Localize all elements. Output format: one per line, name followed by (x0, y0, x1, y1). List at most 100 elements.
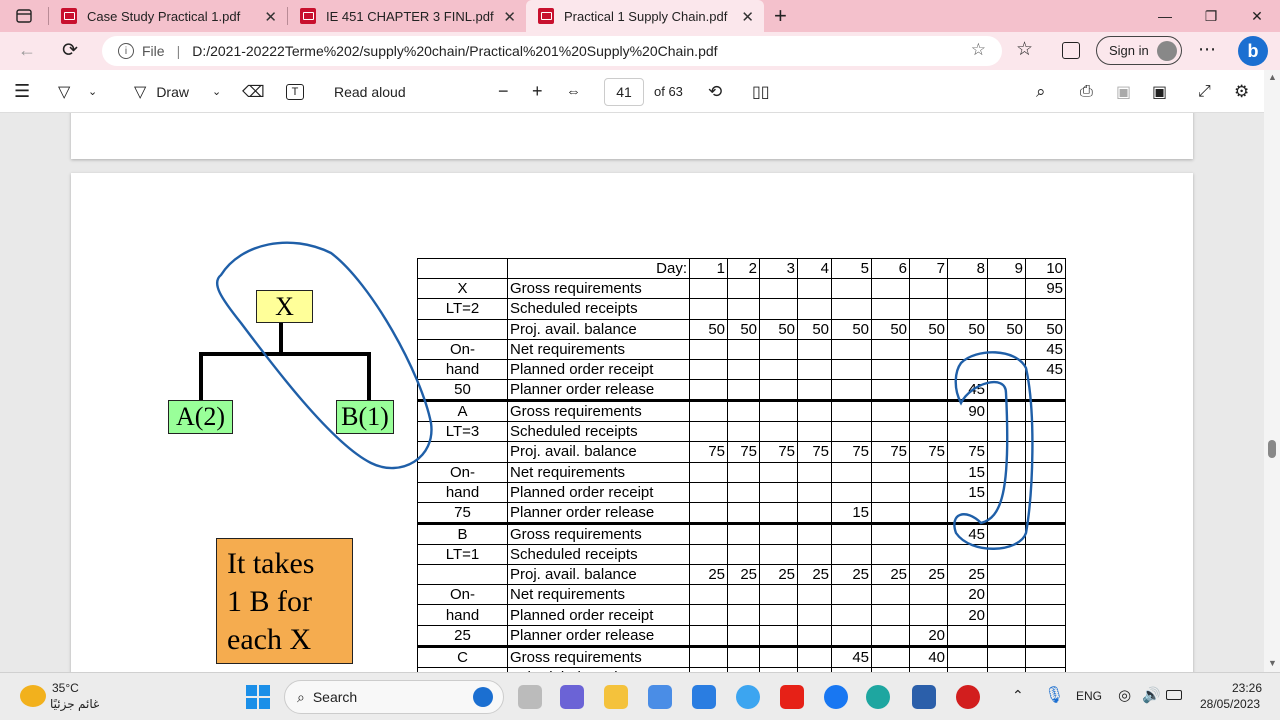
refresh-icon[interactable]: ⟳ (62, 39, 78, 62)
mrp-value-cell (797, 421, 832, 443)
pdf-icon (538, 8, 554, 24)
read-aloud-button[interactable]: Read aloud (334, 70, 406, 113)
file-explorer-icon[interactable] (604, 685, 628, 709)
chevron-up-icon[interactable]: ⌃ (1012, 687, 1024, 704)
minimize-button[interactable]: — (1142, 0, 1188, 32)
mrp-value-cell (797, 604, 832, 626)
new-tab-button[interactable]: + (774, 3, 787, 29)
zoom-out-button[interactable]: − (498, 70, 509, 113)
add-favorite-icon[interactable]: ☆ (971, 40, 986, 60)
contents-icon[interactable]: ☰ (14, 70, 30, 113)
collections-icon[interactable] (1062, 42, 1080, 59)
scroll-down-icon[interactable]: ▼ (1268, 658, 1277, 668)
mrp-value-cell (831, 421, 872, 443)
mrp-value-cell: 50 (1025, 318, 1066, 340)
avatar-icon (1156, 40, 1177, 61)
fullscreen-icon[interactable]: ⤢ (1198, 70, 1211, 113)
clock-date[interactable]: 28/05/2023 (1200, 697, 1260, 711)
chevron-down-icon[interactable]: ⌄ (88, 70, 97, 113)
maximize-button[interactable]: ❐ (1188, 0, 1234, 32)
print-icon[interactable]: ⎙ (1080, 70, 1093, 113)
info-icon[interactable]: i (118, 43, 134, 59)
teams-icon[interactable] (560, 685, 584, 709)
settings-icon[interactable]: ⚙ (1234, 70, 1249, 113)
save-as-icon[interactable]: ▣ (1152, 70, 1167, 113)
tab-close-icon[interactable]: ✕ (264, 8, 277, 26)
volume-icon[interactable]: 🔊 (1142, 686, 1161, 704)
mrp-value-cell (797, 522, 832, 545)
page-view-icon[interactable]: ▯▯ (752, 70, 770, 113)
edge-icon[interactable] (866, 685, 890, 709)
clock-time[interactable]: 23:26 (1232, 681, 1262, 695)
draw-button[interactable]: ▽ Draw (134, 70, 189, 113)
network-icon[interactable]: ◎ (1118, 686, 1131, 704)
mrp-value-cell (759, 379, 798, 403)
mrp-value-cell (871, 584, 910, 606)
tab-ie451[interactable]: IE 451 CHAPTER 3 FINL.pdf ✕ (288, 0, 526, 32)
start-icon[interactable] (246, 685, 270, 709)
mrp-value-cell (987, 522, 1026, 545)
tab-case-study[interactable]: Case Study Practical 1.pdf ✕ (49, 0, 287, 32)
tab-practical-supply-chain[interactable]: Practical 1 Supply Chain.pdf ✕ (526, 0, 764, 32)
mrp-value-cell (727, 400, 760, 423)
sign-in-button[interactable]: Sign in (1096, 36, 1182, 65)
weather-icon[interactable] (20, 685, 46, 707)
store-icon[interactable] (648, 685, 672, 709)
scroll-thumb[interactable] (1268, 440, 1276, 458)
text-icon[interactable]: T (286, 70, 304, 113)
mrp-value-cell (1025, 421, 1066, 443)
pdf-page: X A(2) B(1) It takes 1 B for each X Day:… (71, 173, 1193, 672)
mrp-row: LT=3 Scheduled receipts (417, 421, 1066, 443)
back-icon[interactable]: ← (18, 40, 36, 61)
mrp-value-cell: 45 (947, 522, 988, 545)
youtube-icon[interactable] (780, 685, 804, 709)
task-view-icon[interactable] (518, 685, 542, 709)
mrp-value-cell (947, 278, 988, 300)
zoom-in-button[interactable]: + (532, 70, 543, 113)
language-indicator[interactable]: ENG (1076, 689, 1102, 703)
help-icon[interactable] (736, 685, 760, 709)
battery-icon[interactable] (1166, 690, 1182, 700)
tab-close-icon[interactable]: ✕ (503, 8, 516, 26)
myhp-icon[interactable] (692, 685, 716, 709)
weather-temp[interactable]: 35°C (52, 681, 79, 695)
mrp-value-cell (871, 645, 910, 668)
microphone-icon[interactable]: 🎙 (1044, 685, 1064, 705)
favorites-icon[interactable]: ☆ (1016, 38, 1033, 61)
find-icon[interactable]: ⌕ (1036, 70, 1046, 113)
mrp-day-header: 5 (831, 257, 872, 280)
mrp-value-cell (831, 481, 872, 503)
pdf-viewer[interactable]: X A(2) B(1) It takes 1 B for each X Day:… (0, 113, 1264, 672)
facebook-icon[interactable] (824, 685, 848, 709)
mrp-value-cell (871, 338, 910, 360)
mrp-row-label: Net requirements (507, 584, 690, 606)
url-text[interactable]: D:/2021-20222Terme%202/supply%20chain/Pr… (192, 43, 717, 59)
rotate-icon[interactable]: ⟲ (708, 70, 722, 113)
eraser-icon[interactable]: ⌫ (242, 70, 265, 113)
fit-width-icon[interactable]: ⇔ (566, 70, 581, 113)
search-label: Search (312, 689, 358, 705)
tab-label: Practical 1 Supply Chain.pdf (564, 8, 728, 24)
mrp-value-cell: 25 (947, 564, 988, 586)
tab-actions-icon[interactable] (0, 0, 48, 32)
mrp-item-cell: 50 (417, 379, 508, 403)
chevron-down-icon[interactable]: ⌄ (212, 70, 221, 113)
url-box[interactable]: i File | D:/2021-20222Terme%202/supply%2… (102, 36, 1002, 66)
save-icon[interactable]: ▣ (1116, 70, 1131, 113)
bing-chat-icon[interactable]: b (1238, 36, 1268, 66)
search-box[interactable]: ⌕ Search (284, 680, 504, 714)
close-window-button[interactable]: ✕ (1234, 0, 1280, 32)
tab-close-icon[interactable]: ✕ (741, 8, 754, 26)
weather-desc[interactable]: غائم جزئيًا (50, 697, 99, 711)
highlight-icon[interactable]: ▽ (58, 70, 70, 113)
mrp-value-cell (987, 624, 1026, 648)
recorder-icon[interactable] (956, 685, 980, 709)
vertical-scrollbar[interactable]: ▲ ▼ (1264, 70, 1280, 672)
scroll-up-icon[interactable]: ▲ (1268, 72, 1277, 82)
mrp-value-cell (689, 604, 728, 626)
pdf-icon (61, 8, 77, 24)
mrp-row-label: Proj. avail. balance (507, 318, 690, 340)
word-icon[interactable] (912, 685, 936, 709)
more-icon[interactable]: ⋯ (1198, 39, 1216, 60)
page-number-input[interactable]: 41 (604, 78, 644, 106)
